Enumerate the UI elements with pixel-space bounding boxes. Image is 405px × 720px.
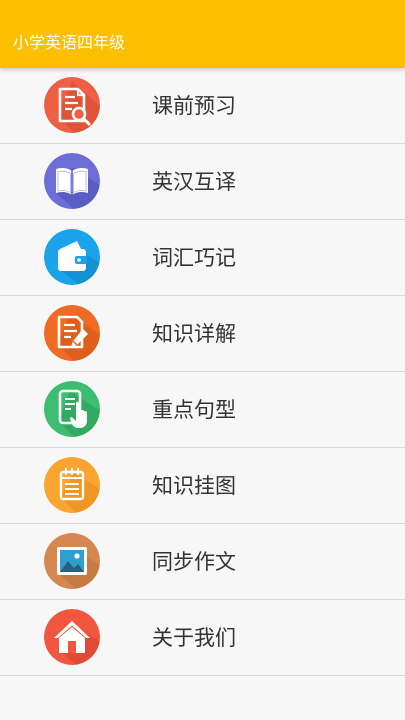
picture-icon — [44, 533, 100, 589]
document-edit-icon — [44, 305, 100, 361]
menu-item-knowledge-charts[interactable]: 知识挂图 — [0, 448, 405, 524]
menu-item-label: 重点句型 — [152, 398, 236, 422]
menu-item-about-us[interactable]: 关于我们 — [0, 600, 405, 676]
menu-item-label: 知识挂图 — [152, 474, 236, 498]
menu-item-label: 知识详解 — [152, 322, 236, 346]
menu-item-translation[interactable]: 英汉互译 — [0, 144, 405, 220]
menu-item-label: 关于我们 — [152, 626, 236, 650]
menu-item-vocabulary[interactable]: 词汇巧记 — [0, 220, 405, 296]
wallet-icon — [44, 229, 100, 285]
menu-item-label: 英汉互译 — [152, 170, 236, 194]
app-bar: 小学英语四年级 — [0, 0, 405, 68]
menu-item-label: 词汇巧记 — [152, 246, 236, 270]
home-icon — [44, 609, 100, 665]
menu-item-key-sentences[interactable]: 重点句型 — [0, 372, 405, 448]
menu-item-label: 同步作文 — [152, 550, 236, 574]
phone-touch-icon — [44, 381, 100, 437]
menu-item-sync-composition[interactable]: 同步作文 — [0, 524, 405, 600]
menu-item-label: 课前预习 — [152, 94, 236, 118]
menu-item-preview[interactable]: 课前预习 — [0, 68, 405, 144]
app-title: 小学英语四年级 — [13, 33, 126, 52]
notepad-icon — [44, 457, 100, 513]
main-menu: 课前预习 英汉互译 词汇巧记 知识详解 重点句型 知识挂图 同步作文 关于我们 — [0, 68, 405, 676]
document-search-icon — [44, 77, 100, 133]
open-book-icon — [44, 153, 100, 209]
menu-item-knowledge-explained[interactable]: 知识详解 — [0, 296, 405, 372]
